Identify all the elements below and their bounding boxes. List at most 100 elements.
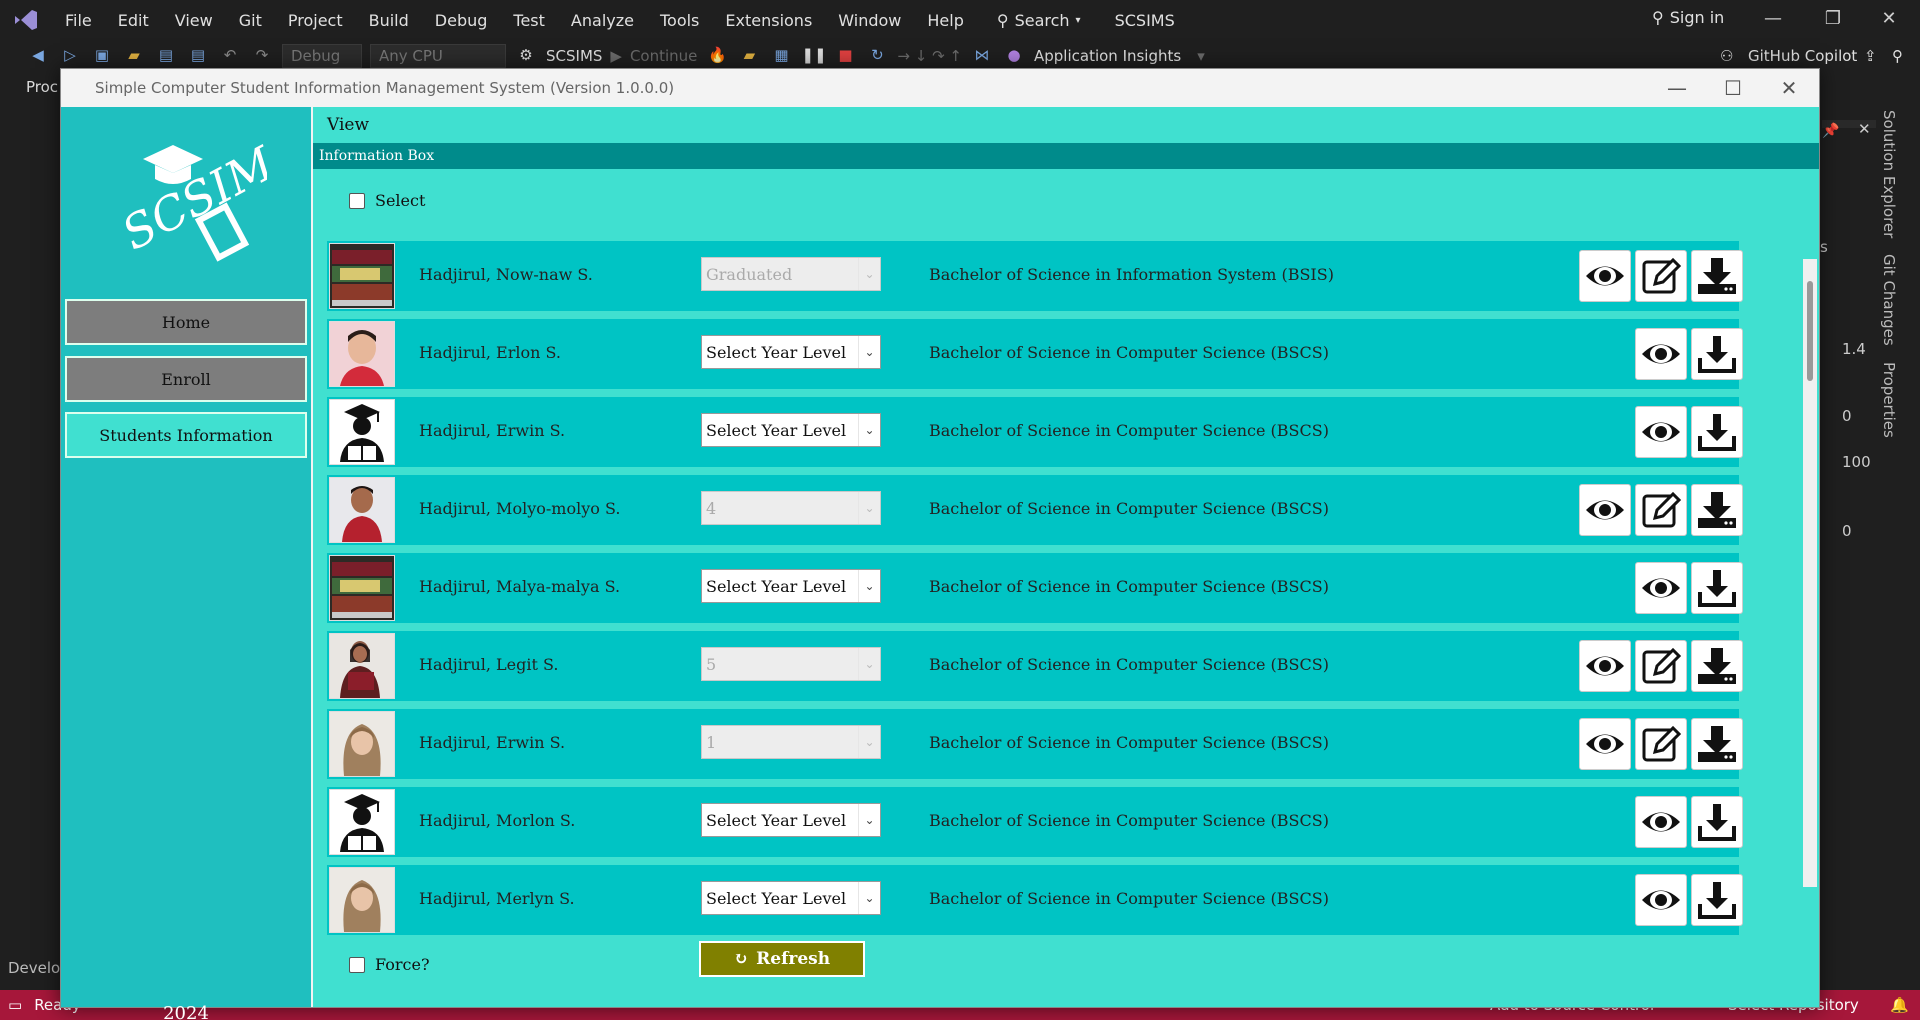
layout-icon[interactable]: ▦ [769,46,793,66]
download-button[interactable] [1691,484,1743,536]
student-list: Hadjirul, Now-naw S. Graduated ⌄ Bachelor o… [327,241,1747,937]
folder-icon[interactable]: ▰ [737,46,761,66]
app-maximize-button[interactable]: ☐ [1707,73,1759,103]
download-button[interactable] [1691,562,1743,614]
download-button[interactable] [1691,796,1743,848]
vs-minimize-button[interactable]: — [1750,8,1796,29]
download-button[interactable] [1691,640,1743,692]
panel-close-icon[interactable]: ✕ [1858,120,1871,138]
download-button[interactable] [1691,328,1743,380]
view-button[interactable] [1635,874,1687,926]
menu-item-debug[interactable]: Debug [422,11,501,30]
vs-restore-button[interactable]: ❐ [1810,8,1856,29]
year-level-select[interactable]: Select Year Level ⌄ [701,335,881,369]
student-row: Hadjirul, Malya-malya S. Select Year Leve… [327,553,1743,623]
sign-in-button[interactable]: ⚲ Sign in [1652,8,1724,27]
menu-item-view[interactable]: View [162,11,226,30]
save-icon[interactable]: ▤ [154,46,178,66]
hot-reload-icon[interactable]: 🔥 [705,46,729,66]
continue-button[interactable]: Continue [630,47,697,65]
edit-button[interactable] [1635,718,1687,770]
download-button[interactable] [1691,250,1743,302]
select-all-checkbox[interactable] [349,192,365,209]
pause-icon[interactable]: ❚❚ [801,46,826,66]
student-course: Bachelor of Science in Computer Science … [929,811,1329,830]
pin-icon[interactable]: 📌 [1822,123,1839,139]
menu-item-edit[interactable]: Edit [105,11,162,30]
share-icon[interactable]: ⇪ [1864,47,1877,65]
vs-search-button[interactable]: ⚲ Search ▾ [987,11,1091,30]
year-level-select[interactable]: Select Year Level ⌄ [701,881,881,915]
view-button[interactable] [1635,406,1687,458]
visual-studio-logo-icon[interactable] [0,0,52,40]
solution-explorer-tab[interactable]: Solution Explorer [1880,110,1898,238]
back-icon[interactable]: ◀ [26,46,50,66]
force-row: Force? [349,955,430,974]
startup-project-button[interactable]: SCSIMS [546,47,602,65]
student-list-scrollbar[interactable] [1803,259,1817,887]
app-insights-button[interactable]: Application Insights [1034,47,1181,65]
app-close-button[interactable]: ✕ [1763,73,1815,103]
edit-button[interactable] [1635,640,1687,692]
play-icon[interactable]: ▶ [610,47,622,65]
nav-students-information-button[interactable]: Students Information [65,412,307,458]
forward-icon[interactable]: ▷ [58,46,82,66]
undo-icon[interactable]: ↶ [218,46,242,66]
stop-icon[interactable]: ■ [833,46,857,66]
feedback-icon[interactable]: ⚲ [1892,47,1903,65]
edit-button[interactable] [1635,250,1687,302]
new-project-icon[interactable]: ▣ [90,46,114,66]
download-button[interactable] [1691,406,1743,458]
view-button[interactable] [1579,640,1631,692]
edit-button[interactable] [1635,484,1687,536]
year-level-select[interactable]: Select Year Level ⌄ [701,413,881,447]
properties-tab[interactable]: Properties [1880,362,1898,438]
student-name: Hadjirul, Now-naw S. [419,265,593,284]
view-button[interactable] [1635,562,1687,614]
view-button[interactable] [1635,328,1687,380]
git-changes-tab[interactable]: Git Changes [1880,254,1898,346]
view-button[interactable] [1635,796,1687,848]
nav-home-button[interactable]: Home [65,299,307,345]
github-copilot-button[interactable]: GitHub Copilot [1748,47,1857,65]
menu-item-build[interactable]: Build [356,11,422,30]
year-level-select[interactable]: Select Year Level ⌄ [701,803,881,837]
open-folder-icon[interactable]: ▰ [122,46,146,66]
menu-item-tools[interactable]: Tools [647,11,712,30]
scrollbar-thumb[interactable] [1807,281,1813,381]
menu-item-project[interactable]: Project [275,11,356,30]
redo-icon[interactable]: ↷ [250,46,274,66]
menu-item-git[interactable]: Git [226,11,275,30]
side-tab-strip: Solution Explorer Git Changes Properties [1880,110,1910,438]
view-button[interactable] [1579,718,1631,770]
notification-bell-icon[interactable]: 🔔 [1890,996,1909,1014]
platform-dropdown[interactable]: Any CPU [370,44,506,68]
view-button[interactable] [1579,484,1631,536]
download-icon [1698,336,1736,373]
menu-item-file[interactable]: File [52,11,105,30]
vs-close-button[interactable]: ✕ [1866,8,1912,29]
menu-item-extensions[interactable]: Extensions [712,11,825,30]
year-level-value: Select Year Level [706,888,847,908]
student-photo [329,399,395,465]
menu-item-test[interactable]: Test [500,11,558,30]
configuration-dropdown[interactable]: Debug [282,44,362,68]
app-minimize-button[interactable]: — [1651,73,1703,103]
menu-item-window[interactable]: Window [825,11,914,30]
view-button[interactable] [1579,250,1631,302]
download-button[interactable] [1691,718,1743,770]
student-photo [329,477,395,543]
diagnostics-icon[interactable]: ⋈ [970,46,994,66]
year-level-select[interactable]: Select Year Level ⌄ [701,569,881,603]
restart-icon[interactable]: ↻ [865,46,889,66]
view-menu[interactable]: View [313,107,1819,143]
nav-enroll-button[interactable]: Enroll [65,356,307,402]
step-icon[interactable]: → ↓ ↷ ↑ [897,47,962,65]
save-all-icon[interactable]: ▤ [186,46,210,66]
refresh-button[interactable]: ↻ Refresh [699,941,865,977]
menu-item-help[interactable]: Help [914,11,976,30]
menu-item-analyze[interactable]: Analyze [558,11,647,30]
force-checkbox[interactable] [349,956,365,973]
download-button[interactable] [1691,874,1743,926]
year-level-select: 5 ⌄ [701,647,881,681]
